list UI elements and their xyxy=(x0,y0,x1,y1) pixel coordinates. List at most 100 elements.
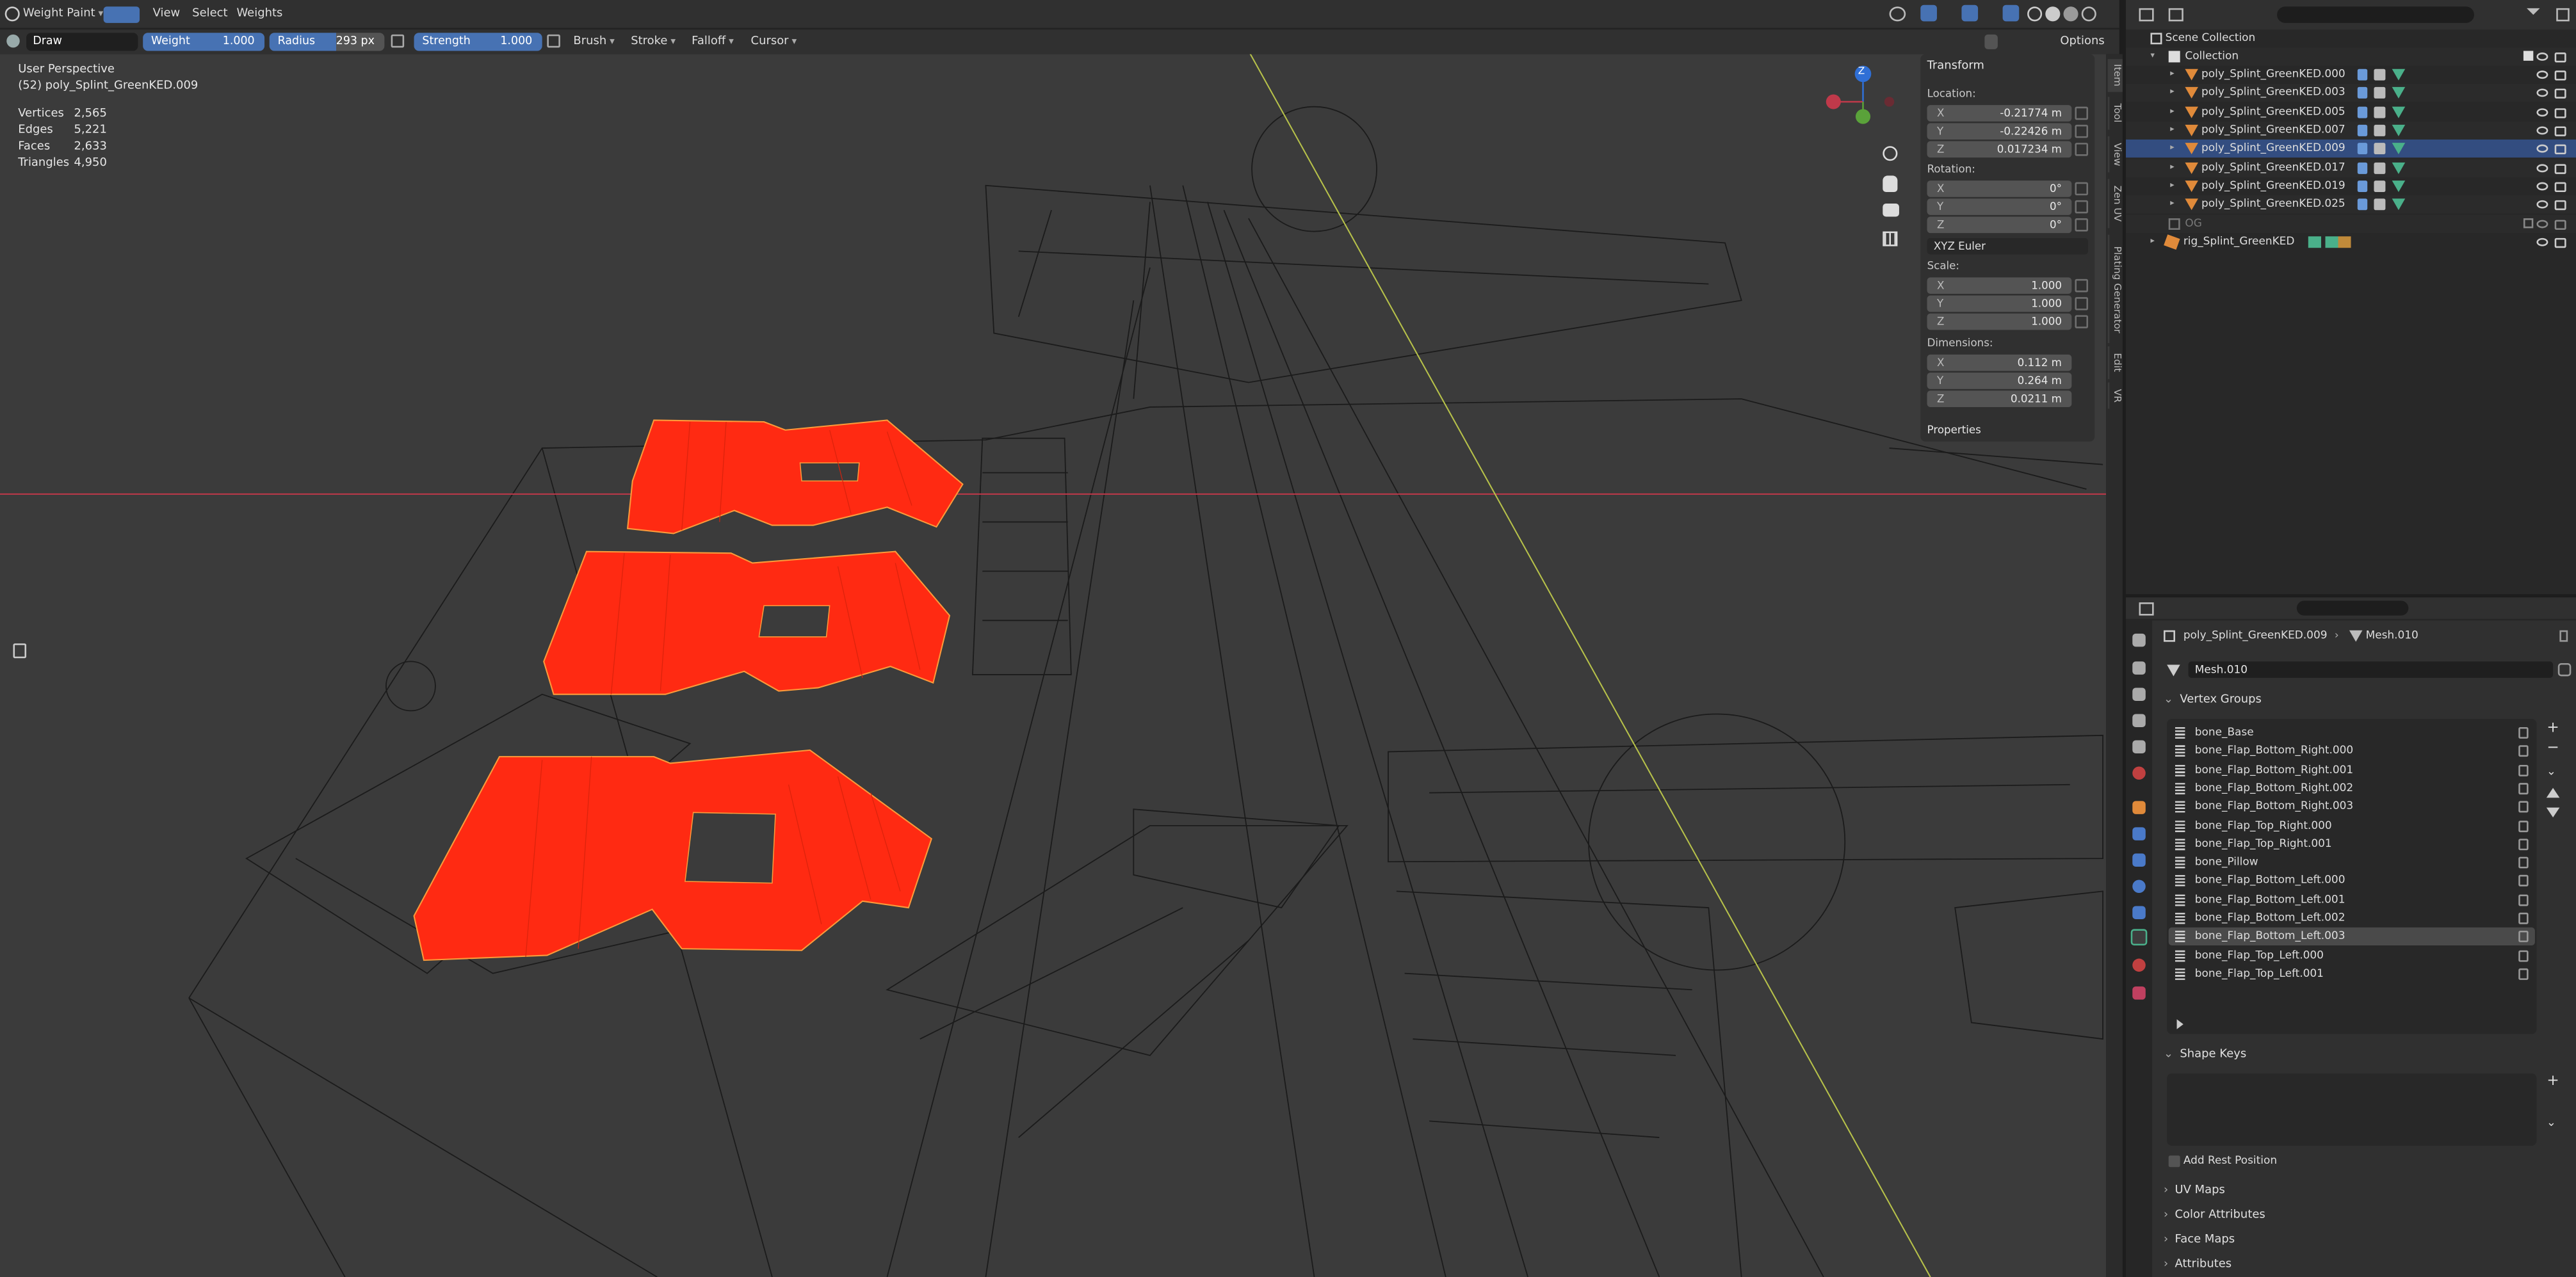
tab-plating-generator[interactable]: Plating Generator xyxy=(2107,234,2123,343)
modifier-wrench-icon[interactable] xyxy=(2357,68,2368,81)
lock-icon[interactable] xyxy=(2075,278,2089,293)
stroke-menu[interactable]: Stroke xyxy=(631,35,676,48)
mesh-data-icon[interactable] xyxy=(2392,68,2406,81)
render-icon[interactable] xyxy=(2554,70,2566,81)
lock-icon[interactable] xyxy=(2518,894,2529,906)
render-icon[interactable] xyxy=(2554,220,2566,230)
vertex-group-item[interactable]: bone_Flap_Bottom_Left.003 xyxy=(2168,928,2535,946)
outliner-item[interactable]: ▸ poly_Splint_GreenKED.000 xyxy=(2126,66,2576,84)
gizmo-toggle-icon[interactable] xyxy=(1920,4,1937,22)
remove-vertex-group-button[interactable]: − xyxy=(2545,741,2561,759)
zoom-icon[interactable] xyxy=(1883,146,1898,161)
render-icon[interactable] xyxy=(2554,89,2566,99)
dimension-y-field[interactable]: Y 0.264 m xyxy=(1927,373,2072,389)
eye-icon[interactable] xyxy=(2536,52,2548,61)
scale-y-field[interactable]: Y 1.000 xyxy=(1927,295,2072,312)
modifier-wrench-icon[interactable] xyxy=(2357,198,2368,211)
tool-tab-icon[interactable] xyxy=(2132,633,2146,647)
eye-icon[interactable] xyxy=(2536,89,2548,98)
material-tab-icon[interactable] xyxy=(2132,958,2146,972)
vertex-groups-icon[interactable] xyxy=(2374,161,2386,173)
3d-viewport[interactable]: User Perspective (52) poly_Splint_GreenK… xyxy=(0,54,2107,1277)
eye-icon[interactable] xyxy=(2536,145,2548,153)
render-icon[interactable] xyxy=(2554,52,2566,63)
vertex-group-item[interactable]: bone_Flap_Top_Right.001 xyxy=(2169,835,2535,853)
vertex-group-item[interactable]: bone_Flap_Bottom_Right.002 xyxy=(2169,780,2535,798)
outliner-item[interactable]: ▸ poly_Splint_GreenKED.009 xyxy=(2126,140,2576,158)
mode-dropdown[interactable]: Weight Paint xyxy=(23,6,103,20)
lock-icon[interactable] xyxy=(2518,764,2529,776)
rendered-shading-icon[interactable] xyxy=(2081,6,2096,22)
shape-keys-header[interactable]: Shape Keys xyxy=(2164,1047,2571,1061)
menu-weights[interactable]: Weights xyxy=(236,6,282,20)
color-attributes-header[interactable]: Color Attributes xyxy=(2164,1208,2571,1221)
strength-pressure-icon[interactable] xyxy=(547,34,560,48)
solid-shading-icon[interactable] xyxy=(2045,6,2061,22)
radius-pressure-icon[interactable] xyxy=(391,34,405,48)
data-tab-icon[interactable] xyxy=(2130,929,2148,946)
options-menu[interactable]: Options xyxy=(2060,35,2104,48)
mesh-data-icon[interactable] xyxy=(2392,180,2406,192)
vertex-group-item[interactable]: bone_Flap_Bottom_Left.000 xyxy=(2169,872,2535,890)
eye-icon[interactable] xyxy=(2536,108,2548,116)
breadcrumb-mesh[interactable]: Mesh.010 xyxy=(2366,629,2418,642)
vertex-group-item[interactable]: bone_Flap_Bottom_Left.002 xyxy=(2169,910,2535,928)
weight-paint-mode-icon[interactable] xyxy=(4,6,20,22)
overlays-toggle-icon[interactable] xyxy=(1961,4,1979,22)
eye-icon[interactable] xyxy=(2536,237,2548,246)
wireframe-shading-icon[interactable] xyxy=(2027,6,2043,22)
physics-tab-icon[interactable] xyxy=(2132,879,2146,893)
location-z-field[interactable]: Z 0.017234 m xyxy=(1927,141,2072,158)
mesh-name-field[interactable]: Mesh.010 xyxy=(2188,661,2554,679)
lock-icon[interactable] xyxy=(2075,106,2089,120)
view-layer-tab-icon[interactable] xyxy=(2132,714,2146,727)
checkbox-icon[interactable] xyxy=(2523,51,2534,61)
mesh-data-icon[interactable] xyxy=(2392,106,2406,118)
scale-z-field[interactable]: Z 1.000 xyxy=(1927,313,2072,330)
add-vertex-group-button[interactable]: + xyxy=(2545,721,2561,739)
editor-type-icon[interactable] xyxy=(2139,602,2154,616)
constraints-tab-icon[interactable] xyxy=(2132,906,2146,920)
vertex-group-item[interactable]: bone_Base xyxy=(2169,724,2535,742)
vertex-group-item[interactable]: bone_Flap_Bottom_Right.000 xyxy=(2169,743,2535,760)
lock-icon[interactable] xyxy=(2518,912,2529,924)
pin-icon[interactable] xyxy=(2559,630,2568,642)
outliner-search-input[interactable] xyxy=(2277,6,2474,23)
modifier-tab-icon[interactable] xyxy=(2132,827,2146,840)
tab-vr[interactable]: VR xyxy=(2107,382,2123,409)
dimension-x-field[interactable]: X 0.112 m xyxy=(1927,354,2072,371)
lock-icon[interactable] xyxy=(2518,875,2529,887)
mirror-x-toggle[interactable] xyxy=(1984,34,1998,49)
eye-icon[interactable] xyxy=(2536,182,2548,190)
dimension-z-field[interactable]: Z 0.0211 m xyxy=(1927,390,2072,407)
vertex-groups-icon[interactable] xyxy=(2374,198,2386,211)
lock-icon[interactable] xyxy=(2518,782,2529,794)
world-tab-icon[interactable] xyxy=(2132,766,2146,780)
rotation-mode-dropdown[interactable]: XYZ Euler xyxy=(1927,237,2089,255)
outliner-item[interactable]: ▸ poly_Splint_GreenKED.003 xyxy=(2126,84,2576,102)
toolbar-toggle-icon[interactable] xyxy=(13,643,27,659)
radius-slider[interactable]: Radius 293 px xyxy=(269,33,385,51)
modifier-wrench-icon[interactable] xyxy=(2357,87,2368,99)
mesh-data-icon[interactable] xyxy=(2392,143,2406,155)
move-down-icon[interactable] xyxy=(2546,807,2560,818)
tab-edit[interactable]: Edit xyxy=(2107,346,2123,380)
brush-menu[interactable]: Brush xyxy=(573,35,614,48)
cursor-menu[interactable]: Cursor xyxy=(751,35,797,48)
output-tab-icon[interactable] xyxy=(2132,687,2146,701)
modifier-wrench-icon[interactable] xyxy=(2357,124,2368,136)
vertex-group-item[interactable]: bone_Pillow xyxy=(2169,854,2535,872)
particles-tab-icon[interactable] xyxy=(2132,853,2146,867)
eye-icon[interactable] xyxy=(2536,200,2548,209)
overlay-icon[interactable] xyxy=(1889,6,1906,22)
render-icon[interactable] xyxy=(2554,108,2566,118)
vertex-group-item[interactable]: bone_Flap_Top_Right.000 xyxy=(2169,817,2535,835)
texture-tab-icon[interactable] xyxy=(2132,986,2146,1000)
brush-icon[interactable] xyxy=(6,34,20,48)
vertex-groups-icon[interactable] xyxy=(2374,180,2386,192)
vertex-group-item[interactable]: bone_Flap_Bottom_Right.001 xyxy=(2169,761,2535,779)
lock-icon[interactable] xyxy=(2518,838,2529,850)
rotation-z-field[interactable]: Z 0° xyxy=(1927,216,2072,234)
eye-icon[interactable] xyxy=(2536,126,2548,134)
lock-icon[interactable] xyxy=(2075,182,2089,196)
